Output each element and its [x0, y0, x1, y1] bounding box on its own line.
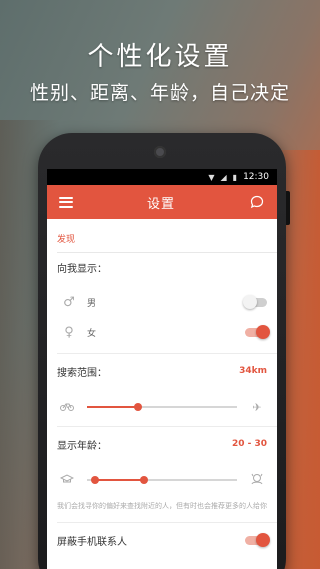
option-label-female: 女: [87, 328, 97, 339]
female-toggle[interactable]: [245, 324, 270, 339]
preference-note: 我们会找寻你的偏好来查找附近的人，但有时也会推荐更多的人给你: [57, 502, 267, 510]
phone-screen: ▼ ◢ ▮ 12:30 设置 发现 向我显示： ♂ 男 ♀ 女 搜索范围： 34…: [47, 169, 277, 569]
battery-icon: ▮: [232, 172, 238, 182]
slider-fill: [87, 406, 138, 408]
show-me-title: 向我显示：: [57, 264, 107, 275]
male-icon: ♂: [63, 294, 75, 310]
toggle-knob: [243, 294, 257, 309]
signal-icon: ◢: [220, 172, 227, 182]
phone-camera: [154, 146, 166, 158]
promo-headline: 个性化设置: [87, 42, 233, 72]
promo-subline: 性别、距离、年龄，自己决定: [29, 82, 290, 104]
block-contacts-toggle[interactable]: [245, 532, 270, 547]
show-me-option-female[interactable]: ♀ 女: [57, 317, 277, 347]
phone-frame: ▼ ◢ ▮ 12:30 设置 发现 向我显示： ♂ 男 ♀ 女 搜索范围： 34…: [38, 133, 290, 569]
toggle-knob: [256, 324, 270, 339]
show-me-option-male[interactable]: ♂ 男: [57, 287, 277, 317]
block-contacts-label: 屏蔽手机联系人: [57, 536, 127, 548]
distance-slider-row: ✈: [57, 388, 277, 426]
graduation-cap-icon: [57, 473, 77, 487]
elder-icon: [247, 473, 267, 488]
age-title: 显示年龄：: [57, 440, 107, 452]
slider-thumb[interactable]: [134, 403, 142, 411]
chat-bubble-icon[interactable]: [249, 194, 265, 210]
section-label-discover: 发现: [57, 219, 277, 253]
slider-fill: [94, 479, 144, 481]
block-contacts-row[interactable]: 屏蔽手机联系人: [57, 523, 277, 557]
status-time: 12:30: [243, 172, 269, 182]
bicycle-icon: [57, 401, 77, 414]
female-icon: ♀: [64, 324, 74, 340]
settings-content: 发现 向我显示： ♂ 男 ♀ 女 搜索范围： 34km ✈ 显示年龄： 20 -…: [47, 219, 277, 557]
age-range-slider[interactable]: [87, 473, 237, 487]
distance-header: 搜索范围： 34km: [57, 354, 277, 388]
distance-slider[interactable]: [87, 400, 237, 414]
male-toggle[interactable]: [243, 294, 267, 309]
distance-title: 搜索范围：: [57, 367, 107, 379]
toggle-knob: [256, 532, 270, 547]
age-value: 20 - 30: [231, 439, 267, 449]
slider-thumb-low[interactable]: [90, 476, 99, 484]
age-slider-row: [57, 461, 277, 499]
app-bar-title: 设置: [146, 196, 175, 212]
hamburger-menu-icon[interactable]: [59, 196, 73, 208]
slider-thumb-high[interactable]: [140, 476, 148, 484]
airplane-icon: ✈: [252, 400, 262, 414]
status-bar: ▼ ◢ ▮ 12:30: [47, 169, 277, 185]
app-bar: 设置: [47, 185, 277, 219]
age-header: 显示年龄： 20 - 30: [57, 427, 277, 461]
phone-side-button: [286, 191, 290, 225]
distance-value: 34km: [239, 366, 267, 376]
option-label-male: 男: [87, 298, 97, 309]
wifi-icon: ▼: [208, 172, 215, 182]
